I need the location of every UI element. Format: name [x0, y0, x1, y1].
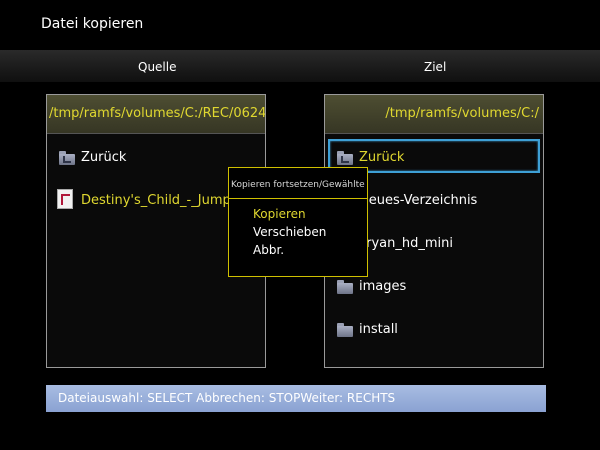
source-path: /tmp/ramfs/volumes/C:/REC/06242010/: [47, 95, 265, 134]
source-header: Quelle: [138, 60, 177, 74]
option-cancel[interactable]: Abbr.: [253, 243, 284, 257]
status-bar: Dateiauswahl: SELECT Abbrechen: STOPWeit…: [46, 385, 546, 412]
item-label: Neues-Verzeichnis: [359, 193, 478, 208]
option-move[interactable]: Verschieben: [253, 225, 326, 239]
folder-back-icon: [337, 151, 353, 165]
item-label: Zurück: [81, 150, 127, 165]
folder-icon: [337, 280, 353, 294]
folder-icon: [337, 323, 353, 337]
copy-options-dialog[interactable]: Kopieren fortsetzen/Gewählte Datei Kopie…: [228, 167, 368, 277]
item-label: install: [359, 322, 398, 337]
title-bar: Datei kopieren: [0, 0, 600, 40]
dialog-divider: [229, 198, 367, 199]
status-text: Dateiauswahl: SELECT Abbrechen: STOPWeit…: [58, 391, 396, 405]
window-title: Datei kopieren: [41, 16, 144, 32]
target-path: /tmp/ramfs/volumes/C:/: [325, 95, 543, 134]
target-header: Ziel: [424, 60, 447, 74]
dialog-title: Kopieren fortsetzen/Gewählte Datei: [231, 180, 367, 190]
option-copy[interactable]: Kopieren: [253, 207, 306, 221]
item-label: cryan_hd_mini: [359, 236, 454, 251]
list-item[interactable]: install: [329, 315, 539, 345]
column-header-bar: [0, 50, 600, 82]
folder-back-icon: [59, 151, 75, 165]
music-file-icon: [57, 189, 73, 209]
